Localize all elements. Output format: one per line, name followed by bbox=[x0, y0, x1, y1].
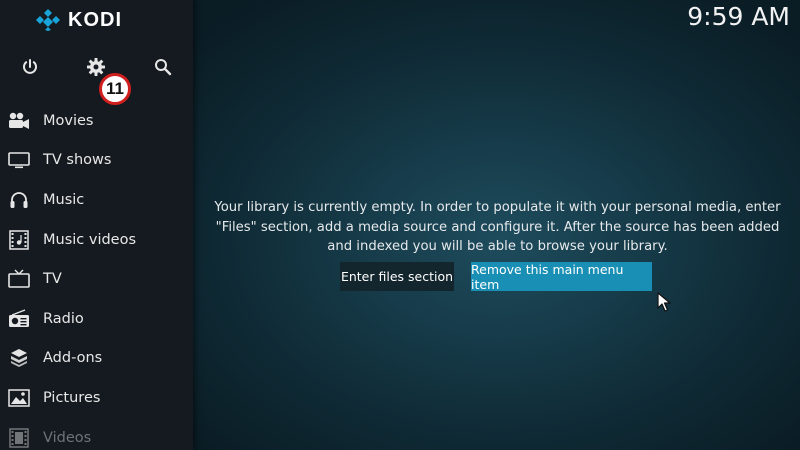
menu-item-pictures[interactable]: Pictures bbox=[0, 378, 193, 418]
kodi-logo-icon bbox=[36, 9, 60, 31]
menu-item-label: Music videos bbox=[43, 231, 137, 248]
empty-library-message: Your library is currently empty. In orde… bbox=[214, 200, 781, 254]
menu-item-radio[interactable]: Radio bbox=[0, 299, 193, 339]
sidebar: KODI 11 Movies TV shows Music Music vide… bbox=[0, 0, 193, 450]
menu-item-add-ons[interactable]: Add-ons bbox=[0, 339, 193, 379]
search-icon bbox=[155, 59, 172, 76]
film-strip-icon bbox=[8, 229, 30, 250]
clock: 9:59 AM bbox=[687, 2, 790, 31]
enter-files-section-button[interactable]: Enter files section bbox=[340, 262, 454, 291]
headphones-icon bbox=[8, 190, 30, 210]
kodi-logo[interactable]: KODI bbox=[36, 8, 122, 32]
power-button[interactable] bbox=[19, 56, 41, 78]
menu-item-label: Movies bbox=[43, 112, 94, 129]
menu-item-label: Music bbox=[43, 191, 85, 208]
video-film-icon bbox=[8, 427, 30, 448]
menu-item-movies[interactable]: Movies bbox=[0, 101, 193, 141]
logo-text: KODI bbox=[68, 8, 122, 31]
radio-icon bbox=[8, 309, 30, 329]
top-icon-bar bbox=[0, 56, 193, 80]
power-icon bbox=[23, 59, 37, 74]
gear-icon bbox=[87, 58, 105, 76]
action-buttons: Enter files section Remove this main men… bbox=[0, 262, 800, 292]
menu-item-label: TV shows bbox=[43, 152, 112, 169]
menu-item-tv-shows[interactable]: TV shows bbox=[0, 141, 193, 181]
search-button[interactable] bbox=[152, 56, 174, 78]
monitor-icon bbox=[8, 150, 30, 170]
picture-icon bbox=[8, 388, 30, 408]
settings-button[interactable] bbox=[85, 56, 107, 78]
menu-item-label: Add-ons bbox=[43, 350, 103, 367]
menu-item-label: Radio bbox=[43, 310, 84, 327]
mouse-cursor-icon bbox=[657, 292, 671, 312]
menu-item-label: Videos bbox=[43, 429, 92, 446]
movie-camera-icon bbox=[8, 111, 30, 131]
box-icon bbox=[8, 348, 30, 368]
menu-item-music-videos[interactable]: Music videos bbox=[0, 220, 193, 260]
remove-menu-item-button[interactable]: Remove this main menu item bbox=[471, 262, 652, 292]
menu-item-label: Pictures bbox=[43, 389, 101, 406]
menu-item-videos[interactable]: Videos bbox=[0, 418, 193, 450]
kodi-home-screen: KODI 11 Movies TV shows Music Music vide… bbox=[0, 0, 800, 450]
menu-item-music[interactable]: Music bbox=[0, 180, 193, 220]
